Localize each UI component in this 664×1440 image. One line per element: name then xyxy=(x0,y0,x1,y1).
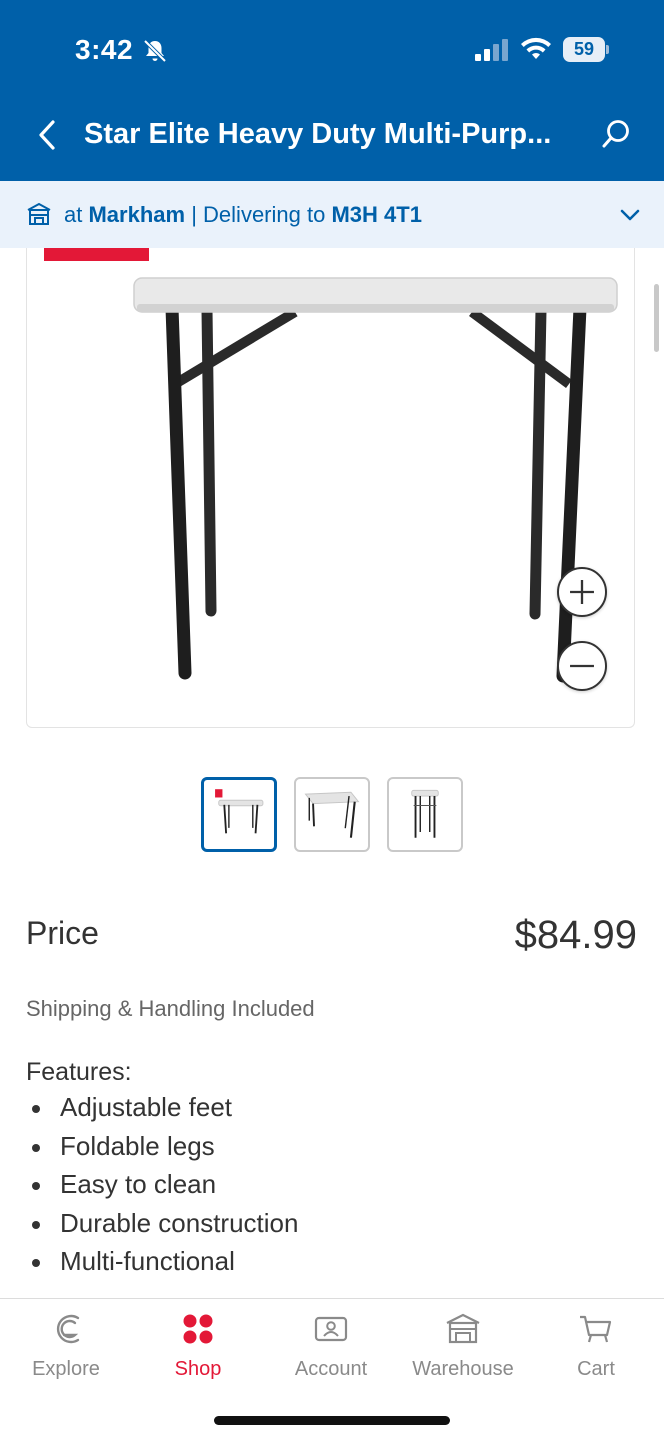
feature-item: Multi-functional xyxy=(26,1245,298,1284)
battery-level: 59 xyxy=(563,37,605,62)
tab-label: Shop xyxy=(174,1358,222,1380)
thumbnail-image xyxy=(411,789,439,838)
battery-icon: 59 xyxy=(563,37,609,62)
location-text: at Markham | Delivering to M3H 4T1 xyxy=(64,202,422,228)
tab-label: Cart xyxy=(577,1358,615,1380)
tab-label: Warehouse xyxy=(412,1358,514,1380)
status-bar: 3:42 59 xyxy=(0,0,664,100)
features-list: Adjustable feet Foldable legs Easy to cl… xyxy=(26,1091,298,1284)
tab-label: Explore xyxy=(32,1358,100,1380)
explore-icon xyxy=(56,1314,80,1344)
feature-item: Adjustable feet xyxy=(26,1091,298,1130)
features-title: Features: xyxy=(26,1058,132,1086)
tab-warehouse[interactable]: Warehouse xyxy=(397,1311,529,1391)
location-separator: | xyxy=(191,202,197,227)
cart-icon xyxy=(580,1315,612,1343)
app-header: 3:42 59 Star Elite Heavy Duty Multi-Purp… xyxy=(0,0,664,181)
location-prefix: at xyxy=(64,202,83,227)
zoom-out-button[interactable] xyxy=(557,641,607,691)
postal-code: M3H 4T1 xyxy=(331,202,422,227)
shop-icon xyxy=(183,1314,213,1344)
store-name: Markham xyxy=(88,202,186,227)
thumbnail-image xyxy=(215,789,264,834)
store-icon xyxy=(27,202,51,225)
price-label: Price xyxy=(26,915,99,951)
thumbnail-3[interactable] xyxy=(387,777,463,852)
feature-item: Durable construction xyxy=(26,1207,298,1246)
tab-cart[interactable]: Cart xyxy=(530,1311,662,1391)
thumbnail-2[interactable] xyxy=(294,777,370,852)
nav-row: Star Elite Heavy Duty Multi-Purp... xyxy=(0,100,664,170)
delivering-label: Delivering to xyxy=(203,202,326,227)
shipping-note: Shipping & Handling Included xyxy=(26,996,315,1021)
thumbnail-1[interactable] xyxy=(201,777,277,852)
feature-item: Foldable legs xyxy=(26,1130,298,1169)
zoom-in-button[interactable] xyxy=(557,567,607,617)
tab-label: Account xyxy=(294,1358,368,1380)
status-time: 3:42 xyxy=(75,34,134,65)
wifi-icon xyxy=(521,37,551,59)
location-bar[interactable]: at Markham | Delivering to M3H 4T1 xyxy=(0,181,664,248)
search-icon[interactable] xyxy=(600,118,632,150)
price-value: $84.99 xyxy=(514,913,637,957)
thumbnail-image xyxy=(304,791,360,838)
chevron-down-icon[interactable] xyxy=(618,203,642,227)
product-image-card[interactable] xyxy=(26,248,635,728)
tab-explore[interactable]: Explore xyxy=(0,1311,132,1391)
signal-icon xyxy=(475,39,508,61)
scrollbar-thumb[interactable] xyxy=(654,284,659,352)
home-indicator[interactable] xyxy=(214,1416,450,1425)
back-chevron-icon[interactable] xyxy=(34,117,60,153)
tab-account[interactable]: Account xyxy=(265,1311,397,1391)
product-image xyxy=(133,277,618,683)
bell-off-icon xyxy=(143,39,167,63)
account-icon xyxy=(314,1316,348,1342)
warehouse-icon xyxy=(446,1313,480,1344)
feature-item: Easy to clean xyxy=(26,1168,298,1207)
page-title: Star Elite Heavy Duty Multi-Purp... xyxy=(84,118,552,150)
tab-shop[interactable]: Shop xyxy=(132,1311,264,1391)
